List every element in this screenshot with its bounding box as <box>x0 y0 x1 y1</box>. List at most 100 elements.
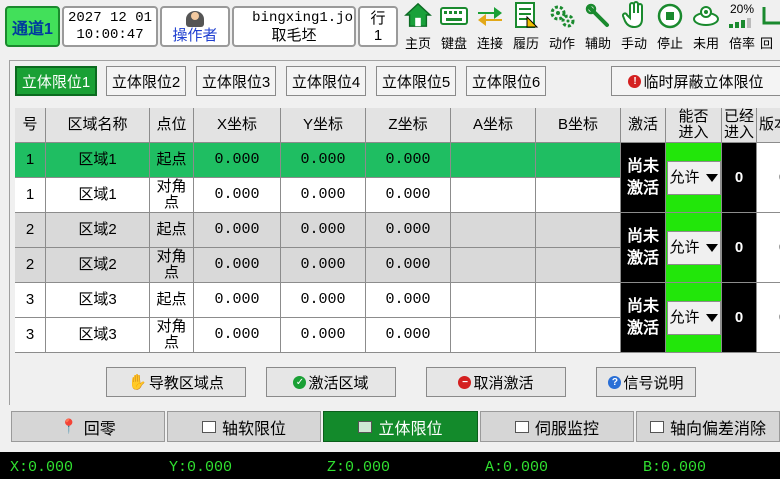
nav-stereo-limit[interactable]: 立体限位 <box>323 411 478 442</box>
cell-y[interactable]: 0.000 <box>281 318 366 353</box>
operator-button[interactable]: 操作者 <box>160 6 230 47</box>
auxiliary-label: 辅助 <box>584 36 611 51</box>
col-header-z: Z坐标 <box>366 108 451 143</box>
tab-stereo-limit-2[interactable]: 立体限位2 <box>106 66 186 96</box>
activate-region-button[interactable]: ✓ 激活区域 <box>266 367 396 397</box>
cell-z[interactable]: 0.000 <box>366 318 451 353</box>
cell-y[interactable]: 0.000 <box>281 143 366 178</box>
cell-z[interactable]: 0.000 <box>366 248 451 283</box>
permission-select[interactable]: 允许 <box>666 230 721 265</box>
auxiliary-button[interactable]: 辅助 <box>580 2 616 52</box>
tab-stereo-limit-3[interactable]: 立体限位3 <box>196 66 276 96</box>
cell-z[interactable]: 0.000 <box>366 213 451 248</box>
stop-label: 停止 <box>656 36 683 51</box>
permission-select[interactable]: 允许 <box>666 160 721 195</box>
line-info: 行 1 <box>358 6 398 47</box>
warning-icon: ! <box>628 74 642 88</box>
cell-point: 起点 <box>150 283 194 318</box>
col-header-name: 区域名称 <box>46 108 150 143</box>
history-button[interactable]: 履历 <box>508 2 544 52</box>
cell-b[interactable] <box>536 213 621 248</box>
operator-avatar-icon <box>186 10 204 27</box>
activation-status: 尚未激活 <box>621 143 666 213</box>
cell-a[interactable] <box>451 143 536 178</box>
cell-x[interactable]: 0.000 <box>194 283 281 318</box>
keyboard-button[interactable]: 键盘 <box>436 2 472 52</box>
cell-x[interactable]: 0.000 <box>194 248 281 283</box>
nav-axis-soft-limit-label: 轴软限位 <box>221 420 286 438</box>
cell-region-name: 区域3 <box>46 318 150 353</box>
nav-servo-monitor[interactable]: 伺服监控 <box>480 411 634 442</box>
cell-a[interactable] <box>451 178 536 213</box>
cell-x[interactable]: 0.000 <box>194 143 281 178</box>
cell-no: 3 <box>15 283 46 318</box>
cell-a[interactable] <box>451 318 536 353</box>
tab-stereo-limit-1[interactable]: 立体限位1 <box>15 66 97 96</box>
channel-button[interactable]: 通道1 <box>5 6 60 47</box>
status-y: Y:0.000 <box>169 459 233 476</box>
unused-button[interactable]: 未用 <box>688 2 724 52</box>
cell-x[interactable]: 0.000 <box>194 178 281 213</box>
cell-x[interactable]: 0.000 <box>194 213 281 248</box>
col-header-permission: 能否进入 <box>666 108 722 143</box>
col-header-a: A坐标 <box>451 108 536 143</box>
tab-stereo-limit-6[interactable]: 立体限位6 <box>466 66 546 96</box>
cell-point: 对角点 <box>150 178 194 213</box>
cell-b[interactable] <box>536 318 621 353</box>
action-button[interactable]: 动作 <box>544 2 580 52</box>
cell-z[interactable]: 0.000 <box>366 178 451 213</box>
teach-region-label: 导教区域点 <box>148 374 224 392</box>
status-b: B:0.000 <box>643 459 707 476</box>
teach-region-button[interactable]: ✋ 导教区域点 <box>106 367 246 397</box>
cell-b[interactable] <box>536 248 621 283</box>
tab-stereo-limit-4[interactable]: 立体限位4 <box>286 66 366 96</box>
cell-a[interactable] <box>451 248 536 283</box>
signal-help-button[interactable]: ? 信号说明 <box>596 367 696 397</box>
cell-b[interactable] <box>536 283 621 318</box>
cell-point: 对角点 <box>150 248 194 283</box>
cell-no: 1 <box>15 178 46 213</box>
activate-region-label: 激活区域 <box>308 374 369 392</box>
cell-z[interactable]: 0.000 <box>366 143 451 178</box>
cell-x[interactable]: 0.000 <box>194 318 281 353</box>
cell-y[interactable]: 0.000 <box>281 213 366 248</box>
activation-status: 尚未激活 <box>621 283 666 353</box>
connect-button[interactable]: 连接 <box>472 2 508 52</box>
rate-button[interactable]: 20% 倍率 <box>724 2 760 52</box>
connect-icon <box>476 2 504 29</box>
cell-z[interactable]: 0.000 <box>366 283 451 318</box>
status-z: Z:0.000 <box>327 459 391 476</box>
nav-axis-soft-limit[interactable]: 轴软限位 <box>167 411 321 442</box>
cell-y[interactable]: 0.000 <box>281 283 366 318</box>
cell-b[interactable] <box>536 178 621 213</box>
col-header-active: 激活 <box>621 108 666 143</box>
col-header-no: 号 <box>15 108 46 143</box>
temp-disable-button[interactable]: ! 临时屏蔽立体限位 <box>611 66 780 96</box>
line-value: 1 <box>373 26 383 44</box>
permission-cell: 允许 <box>666 213 722 283</box>
nav-return-zero[interactable]: 📍 回零 <box>11 411 165 442</box>
program-info[interactable]: bingxing1.jo 取毛坯 <box>232 6 356 47</box>
wrench-icon <box>584 2 612 29</box>
cell-y[interactable]: 0.000 <box>281 248 366 283</box>
col-header-y: Y坐标 <box>281 108 366 143</box>
rate-label: 倍率 <box>728 36 755 51</box>
dropdown-arrow-icon <box>705 243 718 252</box>
permission-select[interactable]: 允许 <box>666 300 721 335</box>
deactivate-button[interactable]: − 取消激活 <box>426 367 566 397</box>
operator-label: 操作者 <box>172 26 218 44</box>
home-button[interactable]: 主页 <box>400 2 436 52</box>
cell-a[interactable] <box>451 213 536 248</box>
permission-value: 允许 <box>669 238 700 256</box>
cell-b[interactable] <box>536 143 621 178</box>
program-file: bingxing1.jo <box>252 9 353 26</box>
tab-stereo-limit-5[interactable]: 立体限位5 <box>376 66 456 96</box>
manual-button[interactable]: 手动 <box>616 1 652 52</box>
return-button[interactable]: 回 <box>760 2 780 52</box>
cell-y[interactable]: 0.000 <box>281 178 366 213</box>
nav-servo-monitor-label: 伺服监控 <box>534 420 599 438</box>
cell-a[interactable] <box>451 283 536 318</box>
stop-button[interactable]: 停止 <box>652 2 688 52</box>
cell-point: 对角点 <box>150 318 194 353</box>
nav-axial-deviation[interactable]: 轴向偏差消除 <box>636 411 780 442</box>
